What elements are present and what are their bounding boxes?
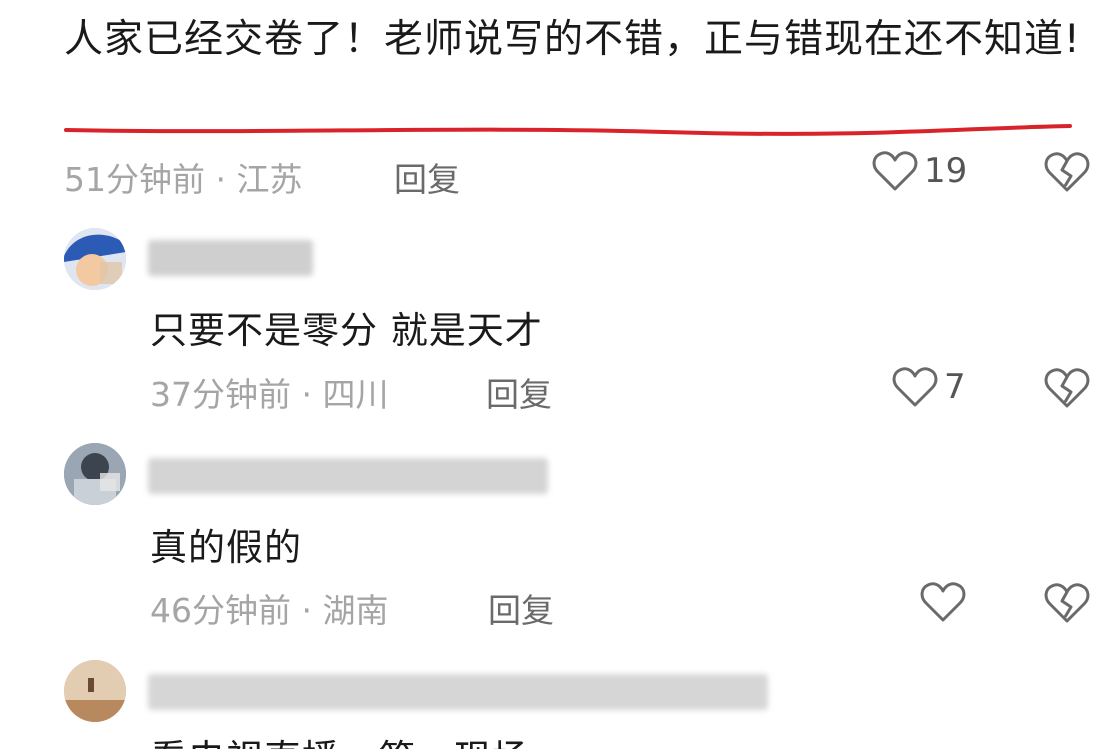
broken-heart-icon <box>1044 583 1090 623</box>
like-button[interactable]: 7 <box>892 365 966 409</box>
avatar[interactable] <box>64 443 126 505</box>
avatar-image <box>64 660 126 722</box>
comment-time-location: 51分钟前 · 江苏 <box>64 160 303 199</box>
red-underline-annotation <box>64 124 1072 136</box>
heart-outline-icon <box>920 582 966 622</box>
comment-time-location: 37分钟前 · 四川 <box>150 375 389 414</box>
like-button[interactable] <box>920 580 972 624</box>
dislike-button[interactable] <box>1044 581 1090 629</box>
username-blurred[interactable] <box>148 458 548 494</box>
top-comment-text: 人家已经交卷了！老师说写的不错，正与错现在还不知道! <box>64 17 1081 62</box>
username-blurred[interactable] <box>148 240 313 276</box>
comment-text: 看电视直播，第一现场 <box>150 728 530 749</box>
avatar[interactable] <box>64 228 126 290</box>
like-count: 7 <box>944 367 966 407</box>
username-blurred[interactable] <box>148 674 768 710</box>
broken-heart-icon <box>1044 152 1090 192</box>
like-count: 19 <box>924 151 968 191</box>
reply-button[interactable]: 回复 <box>488 584 554 632</box>
heart-outline-icon <box>872 151 918 191</box>
dislike-button[interactable] <box>1044 366 1090 414</box>
reply-button[interactable]: 回复 <box>394 153 460 201</box>
comment-text: 真的假的 <box>150 526 302 569</box>
comment-list: 人家已经交卷了！老师说写的不错，正与错现在还不知道! 51分钟前 · 江苏 回复… <box>0 0 1115 749</box>
broken-heart-icon <box>1044 368 1090 408</box>
comment-time-location: 46分钟前 · 湖南 <box>150 591 389 630</box>
reply-button[interactable]: 回复 <box>486 368 552 416</box>
avatar-image <box>64 228 126 290</box>
avatar-image <box>64 443 126 505</box>
heart-outline-icon <box>892 367 938 407</box>
like-button[interactable]: 19 <box>872 149 967 193</box>
comment-text: 只要不是零分 就是天才 <box>150 309 543 352</box>
avatar[interactable] <box>64 660 126 722</box>
dislike-button[interactable] <box>1044 150 1090 198</box>
